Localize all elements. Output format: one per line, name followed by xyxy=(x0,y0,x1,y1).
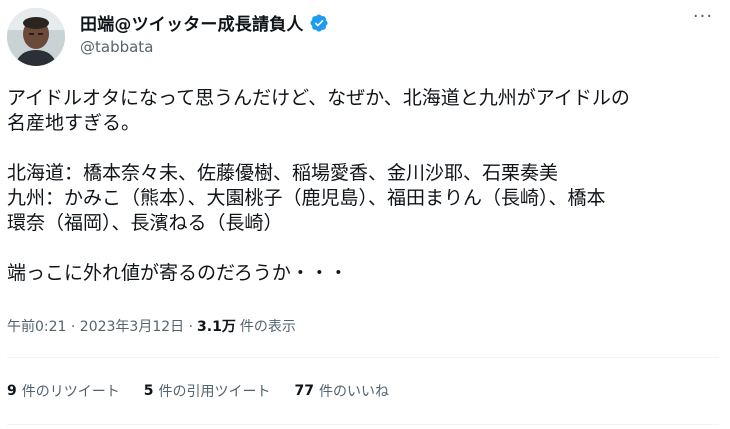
tweet-meta: 午前0:21 · 2023年3月12日 · 3.1万 件の表示 xyxy=(7,316,296,336)
divider xyxy=(7,424,719,425)
tweet-line: 北海道：橋本奈々未、佐藤優樹、稲場愛香、金川沙耶、石栗奏美 xyxy=(7,162,559,184)
like-count: 77 xyxy=(294,383,314,399)
author-name-row[interactable]: 田端@ツイッター成長請負人 xyxy=(80,10,329,35)
quote-label: 件の引用ツイート xyxy=(158,384,271,400)
retweet-count: 9 xyxy=(7,383,17,399)
retweet-label: 件のリツイート xyxy=(21,384,120,400)
quote-tweets-stat[interactable]: 5 件の引用ツイート xyxy=(144,381,271,401)
likes-stat[interactable]: 77 件のいいね xyxy=(295,381,389,401)
tweet-line: アイドルオタになって思うんだけど、なぜか、北海道と九州がアイドルの xyxy=(7,87,630,109)
like-label: 件のいいね xyxy=(318,384,389,400)
tweet-line: 九州：かみこ（熊本）、大園桃子（鹿児島）、福田まりん（長崎）、橋本 xyxy=(7,187,606,209)
view-count-label: 件の表示 xyxy=(239,319,296,335)
author-display-name[interactable]: 田端@ツイッター成長請負人 xyxy=(80,10,304,35)
more-options-icon[interactable]: ··· xyxy=(690,8,716,30)
divider xyxy=(7,357,719,358)
retweets-stat[interactable]: 9 件のリツイート xyxy=(7,381,120,401)
author-handle[interactable]: @tabbata xyxy=(80,38,153,56)
verified-badge-icon xyxy=(309,13,329,33)
quote-count: 5 xyxy=(143,383,154,399)
tweet-timestamp[interactable]: 午前0:21 · 2023年3月12日 · xyxy=(7,316,193,336)
tweet-line: 名産地すぎる。 xyxy=(7,112,141,134)
engagement-stats: 9 件のリツイート 5 件の引用ツイート 77 件のいいね xyxy=(7,381,413,401)
tweet-line: 端っこに外れ値が寄るのだろうか・・・ xyxy=(7,262,348,284)
avatar[interactable] xyxy=(7,8,65,66)
tweet-text: アイドルオタになって思うんだけど、なぜか、北海道と九州がアイドルの 名産地すぎる… xyxy=(7,86,719,286)
view-count: 3.1万 xyxy=(197,319,236,335)
tweet-line: 環奈（福岡）、長濱ねる（長崎） xyxy=(7,212,283,234)
